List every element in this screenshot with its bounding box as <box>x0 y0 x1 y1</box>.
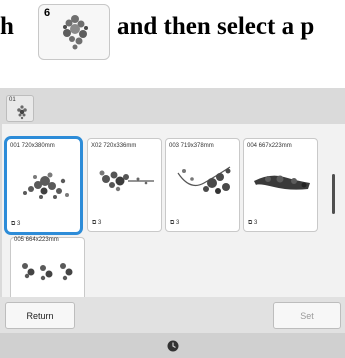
instruction-lead-text: h <box>0 13 14 40</box>
design-count: ⧉ 3 <box>92 220 102 226</box>
floral-embroidery-icon <box>17 105 27 120</box>
instruction-rest-text: and then select a p <box>117 13 315 40</box>
design-count-value: 3 <box>16 221 21 227</box>
design-grid: 001 720x380mm ⧉ 3 X02 720x336mm ⧉ 3 003 … <box>2 124 345 297</box>
status-bar <box>0 333 345 358</box>
floral-garland-thumbnail <box>99 170 154 192</box>
floral-embroidery-icon <box>63 15 88 50</box>
design-label: X02 720x336mm <box>91 143 137 149</box>
design-card[interactable]: X02 720x336mm ⧉ 3 <box>87 138 162 232</box>
return-button[interactable]: Return <box>5 302 75 329</box>
set-button[interactable]: Set <box>273 302 341 329</box>
dark-floral-band-thumbnail <box>254 175 310 190</box>
vine-border-thumbnail <box>177 166 231 194</box>
design-label: 004 667x223mm <box>247 143 292 149</box>
design-count-value: 3 <box>97 220 102 226</box>
category-tab-number: 01 <box>9 97 16 103</box>
design-label: 001 720x380mm <box>10 143 55 149</box>
flower-row-thumbnail <box>22 263 73 281</box>
instruction-line: h 6 and then select a p <box>0 0 345 76</box>
design-label: 003 719x378mm <box>169 143 214 149</box>
design-count: ⧉ 3 <box>11 221 21 227</box>
design-card[interactable]: 004 667x223mm ⧉ 3 <box>243 138 318 232</box>
design-count: ⧉ 3 <box>248 220 258 226</box>
design-count-value: 3 <box>253 220 258 226</box>
category-tab[interactable]: 01 <box>6 95 34 122</box>
design-label: 005 664x223mm <box>14 237 59 243</box>
design-card[interactable]: 005 664x223mm <box>10 237 85 297</box>
category-key-icon: 6 <box>38 4 110 60</box>
design-count: ⧉ 3 <box>170 220 180 226</box>
design-card[interactable]: 003 719x378mm ⧉ 3 <box>165 138 240 232</box>
design-count-value: 3 <box>175 220 180 226</box>
clock-icon[interactable] <box>167 340 179 352</box>
design-card[interactable]: 001 720x380mm ⧉ 3 <box>4 136 83 235</box>
floral-spray-thumbnail <box>23 172 69 199</box>
scrollbar[interactable] <box>332 174 335 214</box>
embroidery-selection-screen: 01 001 720x380mm ⧉ 3 X02 720x336mm ⧉ 3 0… <box>0 88 345 358</box>
bottom-button-bar: Return Set <box>0 297 345 333</box>
